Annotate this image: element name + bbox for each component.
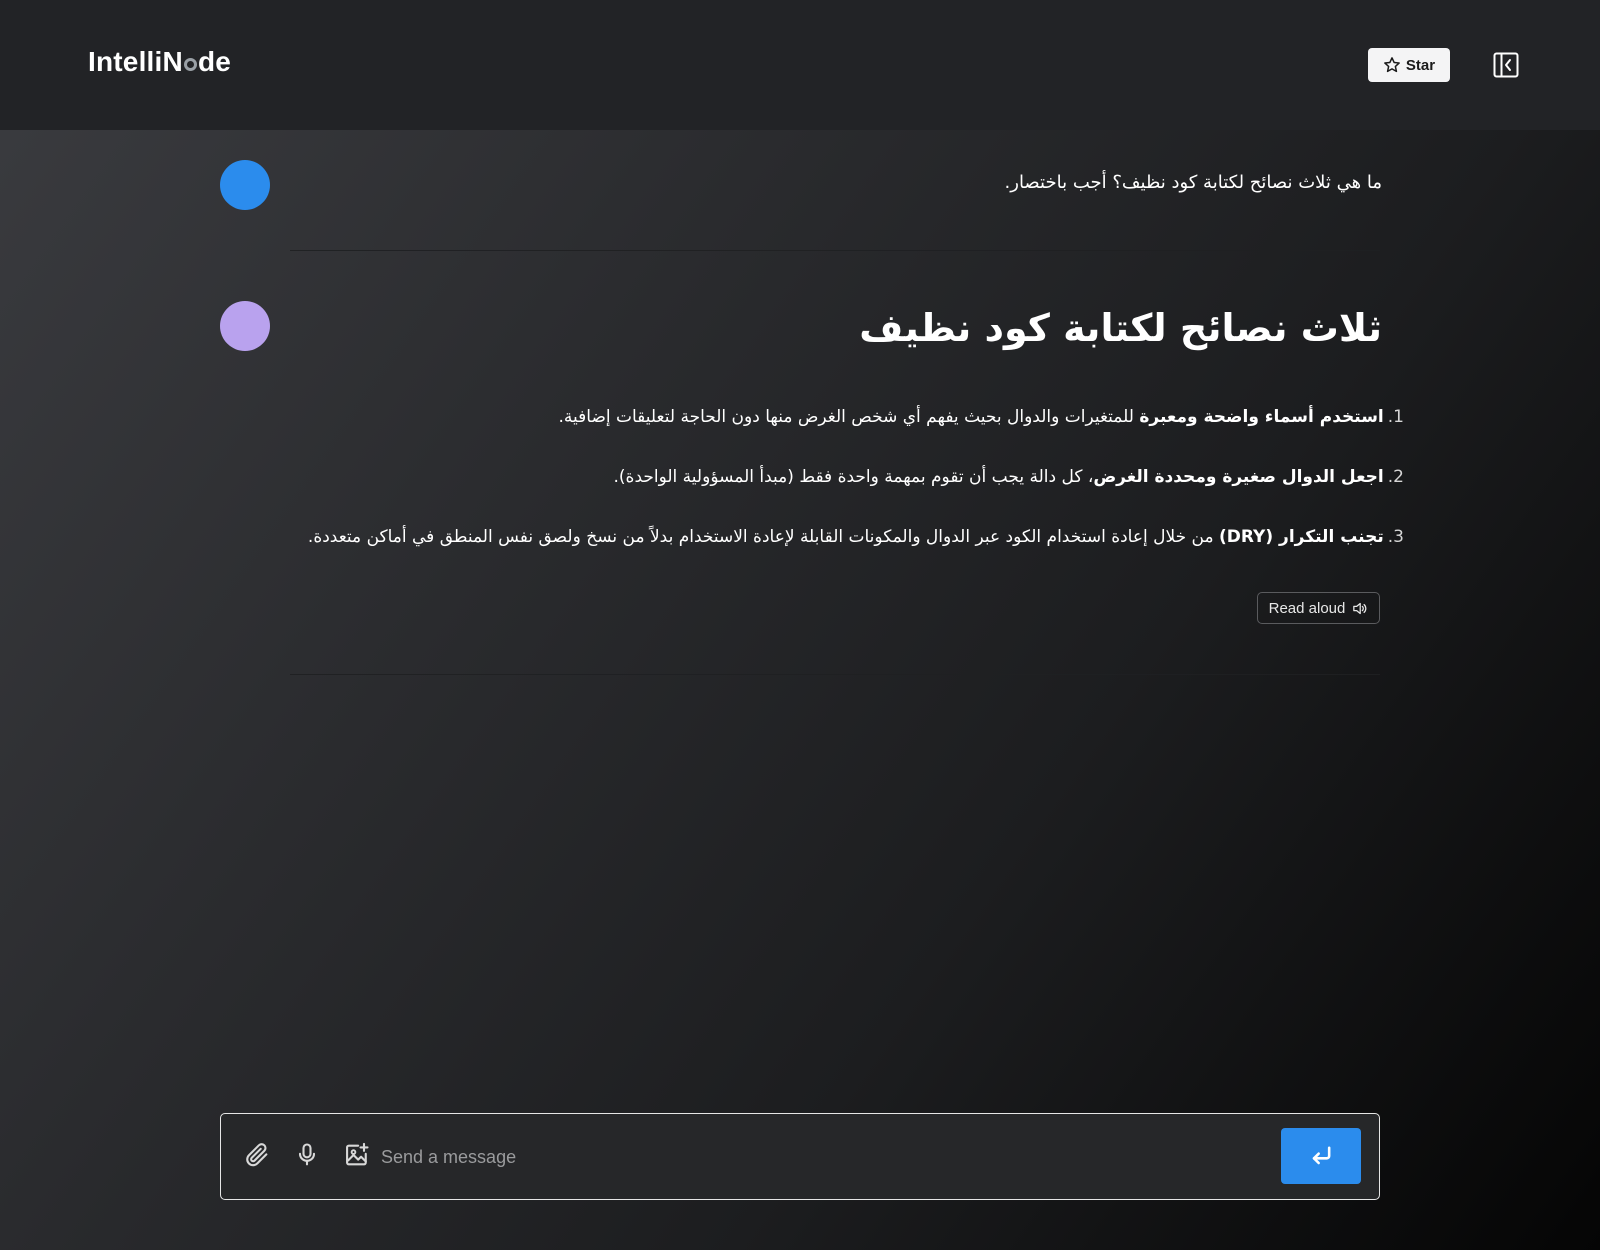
tip-text: من خلال إعادة استخدام الكود عبر الدوال و… [307, 527, 1219, 547]
tip-heading: تجنب التكرار (DRY) [1218, 527, 1384, 547]
user-message: ما هي ثلاث نصائح لكتابة كود نظيف؟ أجب با… [1004, 172, 1382, 193]
paperclip-icon [246, 1143, 268, 1167]
assistant-avatar [220, 301, 270, 351]
sidebar-toggle-button[interactable] [1493, 52, 1519, 78]
tip-number: 2. [1387, 467, 1404, 487]
message-divider [290, 250, 1380, 251]
star-icon [1384, 57, 1400, 73]
message-divider [290, 674, 1380, 675]
brand-suffix: de [197, 46, 232, 77]
brand-logo: IntelliN de [88, 46, 231, 78]
tip-text: ، كل دالة يجب أن تقوم بمهمة واحدة فقط (م… [613, 467, 1094, 487]
image-add-icon [346, 1142, 369, 1166]
tip-heading: اجعل الدوال صغيرة ومحددة الغرض [1093, 467, 1384, 487]
tip-item-1: 1.استخدم أسماء واضحة ومعبرة للمتغيرات وا… [304, 407, 1404, 427]
send-button[interactable] [1281, 1128, 1361, 1184]
image-upload-button[interactable] [343, 1141, 371, 1169]
tip-number: 3. [1387, 527, 1404, 547]
attach-button[interactable] [243, 1141, 271, 1169]
message-composer [220, 1113, 1380, 1200]
tip-heading: استخدم أسماء واضحة ومعبرة [1139, 407, 1384, 427]
tip-item-2: 2.اجعل الدوال صغيرة ومحددة الغرض، كل دال… [304, 467, 1405, 487]
microphone-button[interactable] [293, 1141, 321, 1169]
enter-arrow-icon [1312, 1146, 1331, 1165]
read-aloud-button[interactable]: Read aloud [1257, 592, 1380, 624]
speaker-icon [1353, 602, 1367, 614]
message-input[interactable] [381, 1138, 1241, 1176]
tip-number: 1. [1387, 407, 1404, 427]
user-avatar [220, 160, 270, 210]
microphone-icon [298, 1143, 316, 1166]
brand-o-ring [183, 58, 197, 71]
answer-title: ثلاث نصائح لكتابة كود نظيف [859, 306, 1382, 350]
brand-prefix: IntelliN [88, 46, 183, 77]
star-label: Star [1405, 56, 1436, 74]
read-aloud-label: Read aloud [1268, 599, 1346, 617]
sidebar-collapse-icon [1493, 52, 1519, 78]
top-header: IntelliN de Star [0, 0, 1600, 130]
tip-item-3: 3.تجنب التكرار (DRY) من خلال إعادة استخد… [304, 527, 1404, 547]
star-button[interactable]: Star [1368, 48, 1450, 82]
tip-text: للمتغيرات والدوال بحيث يفهم أي شخص الغرض… [558, 407, 1140, 427]
